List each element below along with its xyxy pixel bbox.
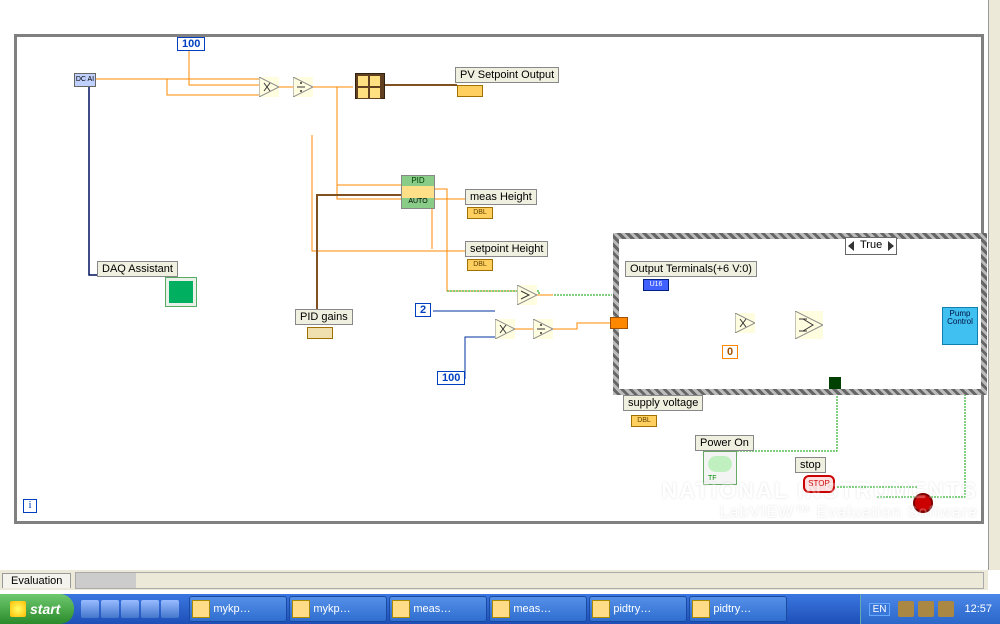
multiply-op-3[interactable] xyxy=(735,313,755,333)
windows-flag-icon xyxy=(10,601,26,617)
daq-assistant-label: DAQ Assistant xyxy=(97,261,178,277)
pid-auto-label: AUTO xyxy=(402,198,434,208)
pid-autotune-node[interactable]: PID AUTO xyxy=(401,175,435,209)
labview-vi-icon xyxy=(392,600,410,618)
toggle-icon xyxy=(708,456,732,472)
multiply-op-2[interactable] xyxy=(495,319,515,339)
meas-height-label: meas Height xyxy=(465,189,537,205)
block-diagram-window[interactable]: DC AI 100 PV Setpoint Output PID xyxy=(0,0,988,570)
setpoint-height-label: setpoint Height xyxy=(465,241,548,257)
ql-icon[interactable] xyxy=(81,600,99,618)
task-button[interactable]: pidtry… xyxy=(689,596,787,622)
start-label: start xyxy=(30,601,60,617)
meas-height-terminal[interactable]: DBL xyxy=(467,207,493,219)
tray-icon[interactable] xyxy=(938,601,954,617)
task-button[interactable]: mykp… xyxy=(189,596,287,622)
windows-taskbar: start mykp… mykp… meas… meas… pidtry… pi… xyxy=(0,594,1000,624)
task-buttons: mykp… mykp… meas… meas… pidtry… pidtry… xyxy=(188,596,859,622)
iteration-terminal: i xyxy=(23,499,37,513)
multiply-op[interactable] xyxy=(259,77,279,97)
evaluation-tab[interactable]: Evaluation xyxy=(2,573,71,588)
ql-icon[interactable] xyxy=(101,600,119,618)
ql-icon[interactable] xyxy=(121,600,139,618)
labview-vi-icon xyxy=(492,600,510,618)
ql-icon[interactable] xyxy=(141,600,159,618)
case-selector[interactable]: True xyxy=(845,237,897,255)
divide-op-2[interactable] xyxy=(533,319,553,339)
task-button[interactable]: pidtry… xyxy=(589,596,687,622)
stop-label: stop xyxy=(795,457,826,473)
task-button[interactable]: meas… xyxy=(389,596,487,622)
greater-op[interactable] xyxy=(517,285,537,305)
case-selector-value: True xyxy=(860,239,882,251)
task-button[interactable]: meas… xyxy=(489,596,587,622)
bundle-cluster-node[interactable] xyxy=(355,73,385,99)
tray-icon[interactable] xyxy=(918,601,934,617)
pump-control-indicator[interactable]: Pump Control xyxy=(942,307,978,345)
loop-condition-terminal[interactable] xyxy=(913,493,933,513)
evaluation-bar: Evaluation xyxy=(0,570,988,590)
tf-label: TF xyxy=(708,475,717,482)
supply-voltage-label: supply voltage xyxy=(623,395,703,411)
pump-control-label: Pump Control xyxy=(947,309,973,326)
system-tray: EN 12:57 xyxy=(860,594,1000,624)
case-tunnel-bool xyxy=(829,377,841,389)
quick-launch[interactable] xyxy=(80,600,180,618)
constant-2[interactable]: 2 xyxy=(415,303,431,317)
daq-data-terminal: DC AI xyxy=(74,73,96,87)
pid-top-label: PID xyxy=(402,176,434,186)
power-on-switch[interactable]: TF xyxy=(703,451,737,485)
pid-gains-terminal[interactable] xyxy=(307,327,333,339)
task-button[interactable]: mykp… xyxy=(289,596,387,622)
supply-voltage-terminal[interactable]: DBL xyxy=(631,415,657,427)
tray-icon[interactable] xyxy=(898,601,914,617)
ql-icon[interactable] xyxy=(161,600,179,618)
output-terminals-u16[interactable]: U16 xyxy=(643,279,669,291)
pid-gains-label: PID gains xyxy=(295,309,353,325)
labview-vi-icon xyxy=(692,600,710,618)
setpoint-height-terminal[interactable]: DBL xyxy=(467,259,493,271)
case-tunnel-in xyxy=(610,317,628,329)
pv-setpoint-output-terminal[interactable] xyxy=(457,85,483,97)
start-button[interactable]: start xyxy=(0,594,74,624)
power-on-label: Power On xyxy=(695,435,754,451)
labview-vi-icon xyxy=(192,600,210,618)
while-loop-frame[interactable]: DC AI 100 PV Setpoint Output PID xyxy=(14,34,984,524)
output-terminals-label: Output Terminals(+6 V:0) xyxy=(625,261,757,277)
constant-100-top[interactable]: 100 xyxy=(177,37,205,51)
constant-100-bottom[interactable]: 100 xyxy=(437,371,465,385)
labview-vi-icon xyxy=(292,600,310,618)
constant-0[interactable]: 0 xyxy=(722,345,738,359)
daq-assistant-node[interactable] xyxy=(165,277,197,307)
divide-op[interactable] xyxy=(293,77,313,97)
pv-setpoint-output-label: PV Setpoint Output xyxy=(455,67,559,83)
select-op[interactable] xyxy=(795,311,823,339)
labview-vi-icon xyxy=(592,600,610,618)
horizontal-scrollbar[interactable] xyxy=(75,572,984,589)
clock[interactable]: 12:57 xyxy=(964,603,992,615)
stop-button[interactable]: STOP xyxy=(803,475,835,493)
vertical-scrollbar[interactable] xyxy=(988,0,1000,570)
language-indicator[interactable]: EN xyxy=(869,603,891,616)
